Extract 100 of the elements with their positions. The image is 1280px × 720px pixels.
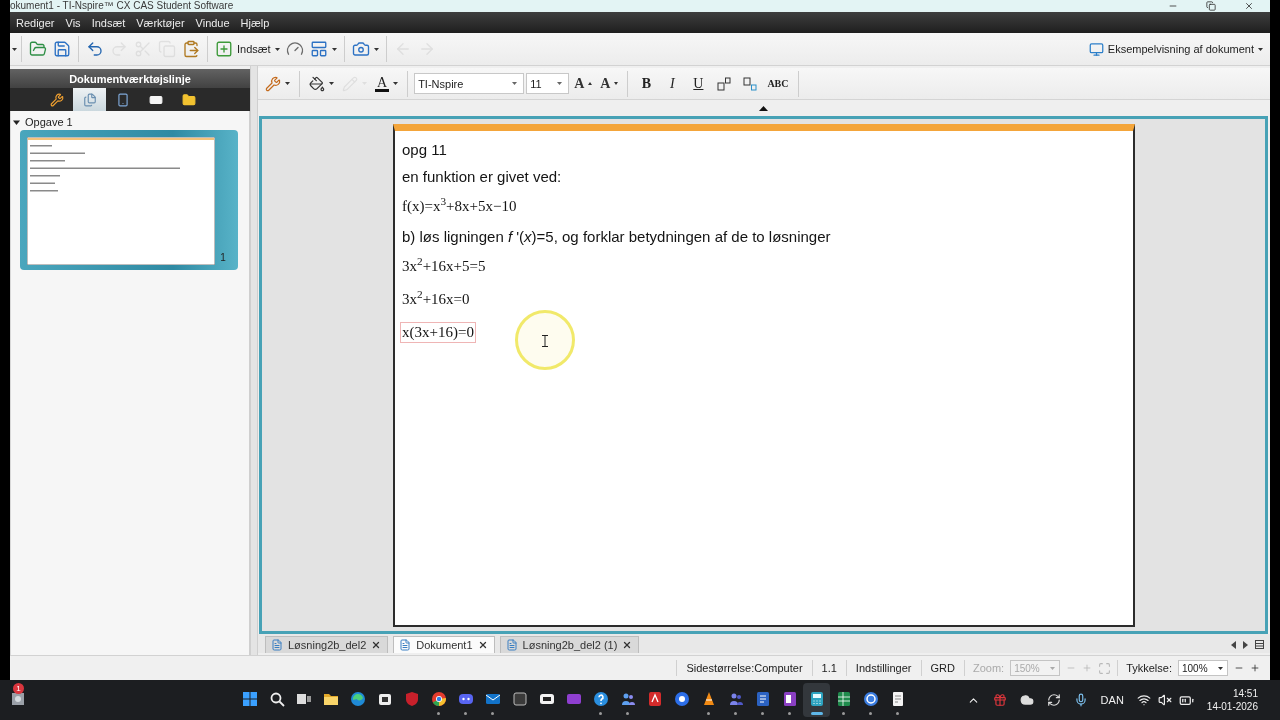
- framed-square-icon: [376, 691, 393, 707]
- text-cursor-icon: [542, 335, 548, 347]
- document-tab[interactable]: Dokument1: [393, 636, 495, 653]
- folder-open-icon: [29, 40, 47, 58]
- camera-icon: [351, 40, 370, 58]
- menu-item[interactable]: Vis: [65, 16, 81, 29]
- calculator-icon: [808, 691, 825, 707]
- grow-font-button[interactable]: A: [571, 70, 596, 97]
- increase-icon[interactable]: [1250, 663, 1260, 673]
- folder-icon: [181, 92, 196, 107]
- shield-icon: [403, 691, 420, 707]
- document-icon: [399, 639, 412, 651]
- page-size-button[interactable]: Sidestørrelse:Computer: [676, 660, 812, 676]
- bold-button[interactable]: B: [634, 70, 659, 97]
- close-icon[interactable]: [622, 640, 633, 650]
- mail-icon: [484, 691, 501, 707]
- close-icon[interactable]: [1244, 1, 1254, 11]
- folder-icon: [322, 691, 339, 707]
- font-size-select[interactable]: 11: [526, 73, 570, 94]
- tile-icon: [511, 691, 528, 707]
- thickness-select[interactable]: 100%: [1178, 660, 1228, 676]
- caret-icon: [393, 82, 399, 85]
- italic-button[interactable]: I: [660, 70, 685, 97]
- menu-item[interactable]: Værktøjer: [136, 16, 185, 29]
- menu-item[interactable]: Vindue: [195, 16, 230, 29]
- zoom-label: Zoom:: [972, 662, 1005, 674]
- ring-icon: [862, 691, 879, 707]
- cloud-icon[interactable]: [1019, 693, 1034, 707]
- problem-label[interactable]: Opgave 1: [25, 116, 73, 128]
- clock-time[interactable]: 14:51: [1232, 687, 1258, 700]
- collapse-arrow-icon[interactable]: [759, 105, 768, 111]
- handheld-icon: [115, 92, 130, 107]
- close-icon[interactable]: [477, 640, 488, 650]
- panel-title: Dokumentværktøjslinje: [10, 69, 250, 88]
- shrink-font-button[interactable]: A: [597, 70, 622, 97]
- clipboard-icon: [182, 40, 200, 58]
- people-icon: [619, 691, 636, 707]
- menu-item[interactable]: Rediger: [16, 16, 55, 29]
- bubble-icon: [457, 691, 474, 707]
- scroll-right-icon[interactable]: [1243, 640, 1248, 649]
- underline-button[interactable]: U: [686, 70, 711, 97]
- document-tab[interactable]: Løsning2b_del2: [265, 636, 389, 653]
- undo-icon: [86, 40, 104, 58]
- document-icon: [271, 639, 283, 651]
- angle-mode-button[interactable]: GRD: [920, 660, 964, 676]
- spreadsheet-icon: [835, 691, 852, 707]
- tab-list-icon[interactable]: [1255, 640, 1264, 649]
- window-title: okument1 - TI-Nspire™ CX CAS Student Software: [10, 0, 235, 12]
- document-icon: [754, 691, 771, 707]
- tools-icon: [265, 75, 281, 92]
- paint-bucket-icon: [309, 75, 325, 92]
- caret-tile-icon: [646, 691, 663, 707]
- restore-icon[interactable]: [1206, 1, 1216, 11]
- math-expression[interactable]: x(3x+16)=0: [400, 322, 476, 343]
- triangle-down-icon: [614, 82, 619, 85]
- page-thumbnail[interactable]: 1: [20, 130, 238, 270]
- spell-check-button[interactable]: ABC: [764, 70, 792, 97]
- caret-icon: [329, 82, 334, 85]
- close-icon[interactable]: [371, 640, 382, 650]
- tools-icon: [49, 92, 64, 107]
- menu-item[interactable]: Hjælp: [240, 16, 270, 29]
- expand-arrow-icon[interactable]: [13, 118, 20, 126]
- superscript-icon: [717, 76, 732, 91]
- add-page-icon: [215, 40, 233, 58]
- page-number-label: 1.1: [811, 660, 846, 676]
- microphone-icon[interactable]: [1073, 693, 1088, 707]
- preview-button[interactable]: Eksempelvisning af dokument: [1085, 36, 1266, 62]
- pencil-icon: [342, 75, 358, 92]
- speaker-muted-icon[interactable]: [1157, 693, 1172, 707]
- page-number: 1: [219, 252, 227, 263]
- wifi-icon[interactable]: [1136, 693, 1151, 707]
- card-icon: [565, 691, 582, 707]
- copy-icon: [158, 40, 176, 58]
- language-indicator[interactable]: DAN: [1100, 694, 1124, 706]
- gift-icon[interactable]: [992, 693, 1007, 707]
- menu-item[interactable]: Indsæt: [91, 16, 126, 29]
- taskbar-button[interactable]: [803, 683, 830, 717]
- notebook-icon: [781, 691, 798, 707]
- cursor-highlight-icon: [515, 310, 575, 370]
- thickness-label: Tykkelse:: [1126, 662, 1172, 674]
- task-view-icon: [295, 691, 312, 707]
- triangle-up-icon: [588, 82, 593, 85]
- start-icon: [241, 691, 258, 707]
- math-expression[interactable]: 3x$^{2}$+16x+5=5: [400, 256, 488, 277]
- caret-icon: [274, 47, 280, 51]
- caret-icon: [373, 47, 379, 51]
- caret-icon: [1218, 666, 1223, 670]
- math-expression[interactable]: 3x$^{2}$+16x=0: [400, 289, 472, 310]
- scroll-left-icon[interactable]: [1231, 640, 1236, 649]
- sync-icon[interactable]: [1046, 693, 1061, 707]
- settings-button[interactable]: Indstillinger: [845, 660, 921, 676]
- clock-date[interactable]: 14-01-2026: [1206, 700, 1258, 713]
- document-icon: [505, 639, 518, 651]
- math-expression[interactable]: f(x)=x$^{3}$+8x+5x−10: [400, 196, 519, 217]
- text-color-button[interactable]: A: [372, 70, 402, 97]
- caret-icon: [1050, 666, 1056, 670]
- insert-button[interactable]: Indsæt: [212, 36, 283, 62]
- font-select[interactable]: TI-Nspire: [414, 73, 525, 94]
- help-icon: [592, 691, 609, 707]
- document-tab[interactable]: Løsning2b_del2 (1): [499, 636, 640, 653]
